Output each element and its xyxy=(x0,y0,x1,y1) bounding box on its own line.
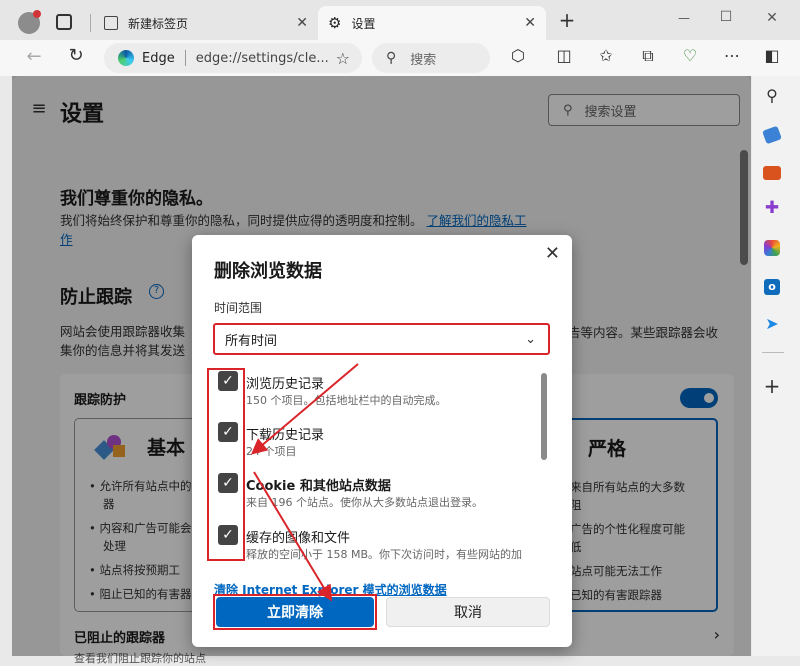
data-item-downloads[interactable]: ✓ 下载历史记录 24 个项目 xyxy=(218,422,538,466)
sidebar-toggle-icon[interactable]: ◧ xyxy=(762,48,782,64)
address-divider xyxy=(184,50,186,66)
address-bar[interactable]: Edge edge://settings/cle... ☆ xyxy=(104,43,362,73)
tab-label: 新建标签页 xyxy=(128,16,189,31)
item-title: 下载历史记录 xyxy=(246,428,325,443)
cancel-button[interactable]: 取消 xyxy=(386,597,550,627)
data-item-cookies[interactable]: ✓ Cookie 和其他站点数据 来自 196 个站点。使你从大多数站点退出登录… xyxy=(218,473,538,517)
item-desc: 来自 196 个站点。使你从大多数站点退出登录。 xyxy=(246,496,483,509)
time-range-select[interactable]: 所有时间 ⌄ xyxy=(213,323,550,355)
search-icon: ⚲ xyxy=(386,50,397,66)
close-icon[interactable]: ✕ xyxy=(296,15,308,31)
item-title: 缓存的图像和文件 xyxy=(246,531,351,546)
extensions-icon[interactable]: ⬡ xyxy=(508,48,528,64)
collections-icon[interactable]: ⧉ xyxy=(638,48,658,64)
item-desc: 150 个项目。包括地址栏中的自动完成。 xyxy=(246,394,447,407)
item-title: 浏览历史记录 xyxy=(246,377,325,392)
dialog-close-icon[interactable]: ✕ xyxy=(545,243,560,264)
new-tab-button[interactable]: + xyxy=(556,10,578,30)
dialog-scrollbar[interactable] xyxy=(541,373,547,460)
clear-browsing-data-dialog: 删除浏览数据 ✕ 时间范围 所有时间 ⌄ ✓ 浏览历史记录 150 个项目。包括… xyxy=(192,235,572,647)
item-desc: 24 个项目 xyxy=(246,445,297,458)
tab-actions-icon[interactable] xyxy=(56,14,72,30)
microsoft365-icon[interactable] xyxy=(764,240,780,256)
address-brand: Edge xyxy=(142,50,175,66)
checkbox-highlight-box xyxy=(207,368,245,561)
browser-essentials-icon[interactable]: ♡ xyxy=(680,48,700,64)
refresh-button[interactable]: ↻ xyxy=(66,47,86,65)
new-tab-icon xyxy=(104,16,118,30)
sidebar-search-icon[interactable]: ⚲ xyxy=(763,88,781,104)
edge-logo-icon xyxy=(118,50,134,66)
profile-avatar[interactable] xyxy=(18,10,41,34)
tab-new-tab[interactable]: 新建标签页 ✕ xyxy=(94,6,318,40)
dialog-title: 删除浏览数据 xyxy=(214,261,322,282)
item-title: Cookie 和其他站点数据 xyxy=(246,479,391,494)
split-screen-icon[interactable]: ◫ xyxy=(554,48,574,64)
outlook-icon[interactable]: o xyxy=(764,279,780,295)
close-icon[interactable]: ✕ xyxy=(524,15,536,31)
more-menu-icon[interactable]: ⋯ xyxy=(722,48,742,64)
tab-settings[interactable]: ⚙ 设置 ✕ xyxy=(318,6,546,40)
clear-now-highlight xyxy=(213,594,377,630)
chevron-down-icon: ⌄ xyxy=(525,331,536,347)
time-range-value: 所有时间 xyxy=(225,333,278,349)
address-url: edge://settings/cle... xyxy=(195,50,329,66)
minimize-button[interactable]: — xyxy=(674,12,694,24)
favorite-star-icon[interactable]: ☆ xyxy=(336,49,350,68)
tools-icon[interactable] xyxy=(763,166,781,180)
tab-separator xyxy=(90,14,91,32)
games-icon[interactable]: ✚ xyxy=(763,200,781,217)
back-button[interactable]: ← xyxy=(24,48,44,66)
data-item-cache[interactable]: ✓ 缓存的图像和文件 释放的空间小于 158 MB。你下次访问时，有些网站的加 xyxy=(218,525,538,569)
edge-sidebar xyxy=(752,76,800,656)
gear-icon: ⚙ xyxy=(328,14,342,32)
search-placeholder: 搜索 xyxy=(410,52,437,68)
sidebar-add-icon[interactable]: + xyxy=(763,376,781,396)
item-desc: 释放的空间小于 158 MB。你下次访问时，有些网站的加 xyxy=(246,548,523,561)
favorites-icon[interactable]: ✩ xyxy=(596,48,616,64)
send-icon[interactable]: ➤ xyxy=(763,316,781,332)
toolbar-search[interactable]: ⚲ 搜索 xyxy=(372,43,490,73)
tab-label: 设置 xyxy=(351,16,376,31)
time-range-label: 时间范围 xyxy=(214,301,263,315)
maximize-button[interactable]: ☐ xyxy=(716,10,736,24)
close-window-button[interactable]: ✕ xyxy=(762,11,782,25)
data-item-history[interactable]: ✓ 浏览历史记录 150 个项目。包括地址栏中的自动完成。 xyxy=(218,371,538,415)
sidebar-divider xyxy=(762,352,784,353)
